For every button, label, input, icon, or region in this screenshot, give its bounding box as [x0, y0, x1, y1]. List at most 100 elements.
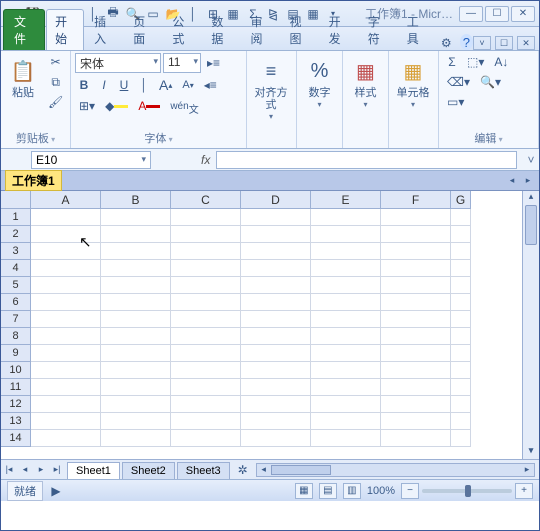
cell[interactable]: [241, 328, 311, 345]
cell[interactable]: [451, 345, 471, 362]
row-header[interactable]: 13: [1, 413, 31, 430]
cell[interactable]: [381, 260, 451, 277]
row-header[interactable]: 1: [1, 209, 31, 226]
doc-close-icon[interactable]: ✕: [517, 36, 535, 50]
name-box[interactable]: E10 ▾: [31, 151, 151, 169]
cell[interactable]: [311, 413, 381, 430]
cell[interactable]: [171, 413, 241, 430]
sort-filter-button[interactable]: A↓: [490, 53, 512, 71]
cell[interactable]: [171, 294, 241, 311]
row-header[interactable]: 10: [1, 362, 31, 379]
scroll-up-icon[interactable]: ▴: [523, 191, 539, 205]
cell[interactable]: [241, 413, 311, 430]
help-icon[interactable]: ?: [460, 34, 473, 50]
col-header[interactable]: B: [101, 191, 171, 209]
cell[interactable]: [31, 226, 101, 243]
cell[interactable]: [171, 328, 241, 345]
cell[interactable]: [451, 311, 471, 328]
row-header[interactable]: 9: [1, 345, 31, 362]
cell[interactable]: [31, 345, 101, 362]
cell[interactable]: [241, 277, 311, 294]
maximize-button[interactable]: ☐: [485, 6, 509, 22]
cell[interactable]: [241, 311, 311, 328]
spreadsheet-grid[interactable]: A B C D E F G 1234567891011121314 ↖: [1, 191, 522, 459]
cell[interactable]: [311, 294, 381, 311]
expand-formula-icon[interactable]: ˅: [523, 153, 539, 167]
cell[interactable]: [451, 396, 471, 413]
cell[interactable]: [31, 260, 101, 277]
cell[interactable]: [101, 294, 171, 311]
zoom-slider[interactable]: [422, 489, 512, 493]
cell[interactable]: [171, 260, 241, 277]
cell[interactable]: [381, 430, 451, 447]
italic-button[interactable]: I: [95, 76, 113, 94]
cell[interactable]: [311, 243, 381, 260]
cell[interactable]: [311, 345, 381, 362]
row-header[interactable]: 14: [1, 430, 31, 447]
cell[interactable]: [241, 226, 311, 243]
row-header[interactable]: 11: [1, 379, 31, 396]
cell[interactable]: [381, 277, 451, 294]
scroll-left-icon[interactable]: ◂: [257, 464, 271, 476]
cell[interactable]: [241, 260, 311, 277]
increase-indent-icon[interactable]: ▸≡: [203, 54, 224, 72]
cell[interactable]: [31, 362, 101, 379]
scroll-down-icon[interactable]: ▾: [523, 445, 539, 459]
cell[interactable]: [381, 243, 451, 260]
cell[interactable]: [171, 226, 241, 243]
group-label-edit[interactable]: 编辑: [443, 129, 534, 147]
cell[interactable]: [171, 430, 241, 447]
cell[interactable]: [101, 209, 171, 226]
cell[interactable]: [241, 379, 311, 396]
scroll-right-icon[interactable]: ▸: [520, 464, 534, 476]
cell[interactable]: [241, 209, 311, 226]
tab-review[interactable]: 审阅: [241, 9, 279, 50]
tab-home[interactable]: 开始: [46, 9, 84, 50]
format-painter-icon[interactable]: 🖌: [44, 93, 67, 111]
group-label-clipboard[interactable]: 剪贴板: [5, 129, 66, 147]
font-size-select[interactable]: 11: [163, 53, 201, 73]
row-header[interactable]: 3: [1, 243, 31, 260]
cell[interactable]: [381, 209, 451, 226]
tab-view[interactable]: 视图: [281, 9, 319, 50]
find-button[interactable]: 🔍▾: [476, 73, 505, 91]
mdi-prev-icon[interactable]: ◂: [505, 174, 519, 188]
tab-data[interactable]: 数据: [202, 9, 240, 50]
cell[interactable]: [171, 311, 241, 328]
cell[interactable]: [241, 430, 311, 447]
select-all-corner[interactable]: [1, 191, 31, 209]
underline-button[interactable]: U: [115, 76, 133, 94]
bold-button[interactable]: B: [75, 76, 93, 94]
zoom-knob[interactable]: [465, 485, 471, 497]
tab-dev[interactable]: 开发: [320, 9, 358, 50]
tab-file[interactable]: 文件: [3, 9, 45, 50]
zoom-in-button[interactable]: +: [515, 483, 533, 499]
cell[interactable]: [31, 243, 101, 260]
cell[interactable]: [101, 277, 171, 294]
col-header[interactable]: E: [311, 191, 381, 209]
hscroll-thumb[interactable]: [271, 465, 331, 475]
sheet-tab[interactable]: Sheet1: [67, 462, 120, 479]
cell[interactable]: [171, 243, 241, 260]
col-header[interactable]: G: [451, 191, 471, 209]
cell[interactable]: [171, 379, 241, 396]
font-color-button[interactable]: A: [134, 97, 164, 115]
cell[interactable]: [311, 226, 381, 243]
cell[interactable]: [171, 277, 241, 294]
cell[interactable]: [451, 277, 471, 294]
cell[interactable]: [171, 396, 241, 413]
cut-icon[interactable]: ✂: [44, 53, 67, 71]
doc-restore-icon[interactable]: ☐: [495, 36, 513, 50]
cell[interactable]: [31, 379, 101, 396]
vertical-scrollbar[interactable]: ▴ ▾: [522, 191, 539, 459]
cell[interactable]: [381, 311, 451, 328]
cell[interactable]: [311, 209, 381, 226]
sheet-tab[interactable]: Sheet2: [122, 462, 175, 479]
fx-icon[interactable]: fx: [201, 153, 210, 167]
tab-page[interactable]: 页面: [124, 9, 162, 50]
tab-formula[interactable]: 公式: [163, 9, 201, 50]
cell[interactable]: [101, 396, 171, 413]
cell[interactable]: [451, 430, 471, 447]
cell[interactable]: [31, 328, 101, 345]
cell[interactable]: [171, 209, 241, 226]
